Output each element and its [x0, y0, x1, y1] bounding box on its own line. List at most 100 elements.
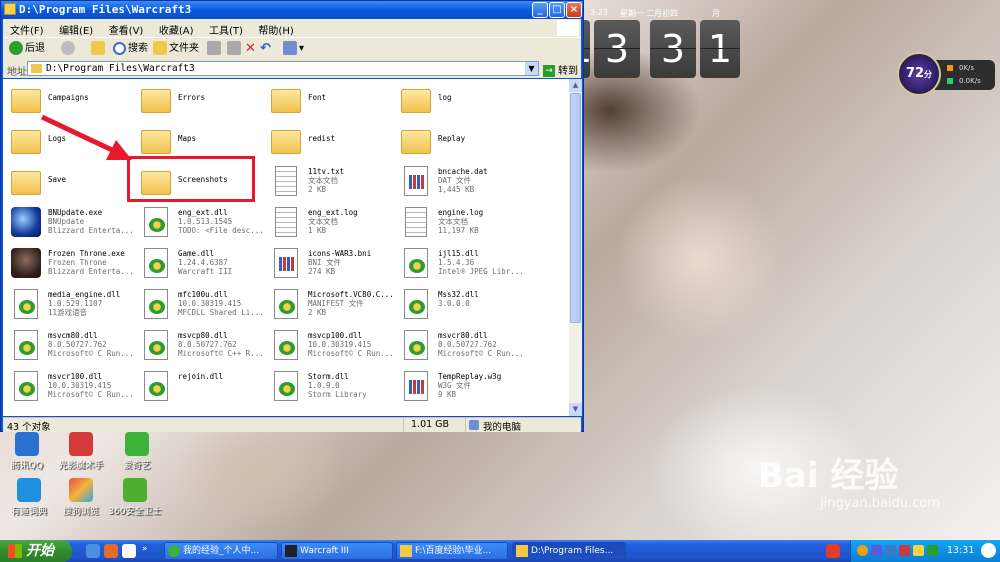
task-label: Warcraft III [300, 546, 349, 556]
tray-network-icon[interactable] [871, 545, 882, 556]
tray-qq-icon[interactable] [913, 545, 924, 556]
file-item[interactable]: Game.dll 1.24.4.6387 Warcraft III [135, 245, 263, 281]
file-name: ijl15.dll [438, 249, 479, 258]
file-item[interactable]: rejoin.dll [135, 368, 263, 404]
system-tray: 13:31 [850, 540, 1000, 562]
title-bar[interactable]: D:\Program Files\Warcraft3 _ □ × [1, 1, 583, 19]
file-item[interactable]: log [395, 81, 523, 117]
quicklaunch-more-icon[interactable]: » [142, 544, 150, 558]
go-button[interactable]: → 转到 [543, 62, 578, 77]
address-input[interactable]: D:\Program Files\Warcraft3 ▼ [27, 61, 539, 76]
file-item[interactable]: mfc100u.dll 10.0.30319.415 MFCDLL Shared L… [135, 286, 264, 322]
tray-security-icon[interactable] [899, 545, 910, 556]
back-button[interactable]: 后退 [9, 41, 45, 57]
go-arrow-icon: → [543, 65, 555, 77]
file-item[interactable]: engine.log 文本文档 11,197 KB [395, 204, 523, 240]
move-to-button[interactable] [207, 41, 223, 57]
menu-file[interactable]: 文件(F) [3, 19, 49, 37]
file-item[interactable]: Font [265, 81, 393, 117]
file-item[interactable]: media_engine.dll 1.0.529.1107 11游戏语音 [5, 286, 133, 322]
folders-button[interactable]: 文件夹 [153, 41, 199, 57]
taskbar-item-folder-d[interactable]: D:\Program Files... [512, 542, 626, 560]
minimize-button[interactable]: _ [532, 2, 548, 18]
tray-app-icon[interactable] [857, 545, 868, 556]
download-icon [947, 78, 953, 84]
file-item[interactable]: Maps [135, 122, 263, 158]
qq-icon [15, 432, 39, 456]
scroll-thumb[interactable] [570, 93, 581, 323]
quicklaunch-app-icon[interactable] [122, 544, 136, 558]
close-button[interactable]: × [566, 2, 582, 18]
file-item[interactable]: Microsoft.VC80.C... MANIFEST 文件 2 KB [265, 286, 394, 322]
desktop-icon-360[interactable]: 360安全卫士 [100, 478, 170, 517]
folder-up-icon [91, 41, 105, 55]
tray-clock[interactable]: 13:31 [947, 545, 974, 556]
file-item[interactable]: Frozen Throne.exe Frozen Throne Blizzard E… [5, 245, 134, 281]
file-item[interactable]: eng_ext.log 文本文档 1 KB [265, 204, 393, 240]
file-item[interactable]: msvcp100.dll 10.0.30319.415 Microsoft© C R… [265, 327, 394, 363]
file-detail: TODO: <File desc... [178, 226, 264, 235]
file-text: Game.dll 1.24.4.6387 Warcraft III [178, 249, 232, 276]
exe-file-icon [11, 207, 41, 237]
file-item[interactable]: redist [265, 122, 393, 158]
search-icon [113, 41, 126, 55]
file-item[interactable]: icons-WAR3.bni BNI 文件 274 KB [265, 245, 393, 281]
file-item[interactable]: Campaigns [5, 81, 133, 117]
menu-edit[interactable]: 编辑(E) [52, 19, 98, 37]
file-list[interactable]: Campaigns Errors Font log Logs Maps redist Repl… [3, 79, 569, 416]
menu-tools[interactable]: 工具(T) [202, 19, 248, 37]
file-item[interactable]: msvcp80.dll 8.0.50727.762 Microsoft© C++ R… [135, 327, 264, 363]
file-item[interactable]: BNUpdate.exe BNUpdate Blizzard Enterta... [5, 204, 134, 240]
start-button[interactable]: 开始 [0, 540, 72, 562]
views-button[interactable]: ▾ [283, 41, 304, 57]
file-item[interactable]: Logs [5, 122, 133, 158]
file-detail: Blizzard Enterta... [48, 226, 134, 235]
tray-display-icon[interactable] [885, 545, 896, 556]
file-item[interactable]: Mss32.dll 3.0.0.0 [395, 286, 523, 322]
taskbar-item-warcraft[interactable]: Warcraft III [281, 542, 393, 560]
explorer-window[interactable]: D:\Program Files\Warcraft3 _ □ × 文件(F) 编… [0, 0, 584, 433]
quicklaunch-browser-icon[interactable] [86, 544, 100, 558]
forward-button[interactable] [61, 41, 77, 57]
taskbar-item-folder-f[interactable]: F:\百度经验\毕业... [396, 542, 508, 560]
file-item[interactable]: msvcr100.dll 10.0.30319.415 Microsoft© C R… [5, 368, 134, 404]
sogou-input-icon[interactable] [826, 544, 840, 558]
file-name: Logs [48, 134, 67, 143]
views-icon [283, 41, 297, 55]
file-item[interactable]: eng_ext.dll 1.0.513.1545 TODO: <File desc.… [135, 204, 264, 240]
file-item[interactable]: Storm.dll 1.0.9.0 Storm Library [265, 368, 393, 404]
tray-power-icon[interactable] [981, 543, 996, 558]
file-item[interactable]: msvcr80.dll 8.0.50727.762 Microsoft© C Run… [395, 327, 524, 363]
menu-favorites[interactable]: 收藏(A) [152, 19, 199, 37]
menu-help[interactable]: 帮助(H) [251, 19, 298, 37]
file-item[interactable]: 11tv.txt 文本文档 2 KB [265, 163, 393, 199]
menu-view[interactable]: 查看(V) [102, 19, 149, 37]
maximize-button[interactable]: □ [549, 2, 565, 18]
address-dropdown-button[interactable]: ▼ [525, 62, 538, 75]
file-item[interactable]: bncache.dat DAT 文件 1,445 KB [395, 163, 523, 199]
speed-score-gadget[interactable]: 0K/s 0.0K/s 72分 [897, 50, 997, 98]
taskbar: 开始 » 我的经验_个人中... Warcraft III F:\百度经验\毕业… [0, 540, 1000, 562]
file-item[interactable]: ijl15.dll 1.5.4.36 Intel® JPEG Libr... [395, 245, 524, 281]
delete-button[interactable]: ✕ [245, 41, 256, 57]
file-detail: Microsoft© C Run... [308, 349, 394, 358]
up-button[interactable] [91, 41, 107, 57]
file-item[interactable]: Save [5, 163, 133, 199]
taskbar-item-browser[interactable]: 我的经验_个人中... [164, 542, 278, 560]
search-button[interactable]: 搜索 [113, 41, 148, 57]
scroll-down-button[interactable]: ▼ [569, 403, 582, 416]
undo-button[interactable]: ↶ [260, 41, 271, 57]
folder-icon [271, 89, 301, 113]
quicklaunch-media-icon[interactable] [104, 544, 118, 558]
file-item[interactable]: Replay [395, 122, 523, 158]
desktop-icon-iqiyi[interactable]: 爱奇艺 [102, 432, 172, 471]
back-arrow-icon [9, 41, 23, 55]
copy-to-button[interactable] [227, 41, 243, 57]
score-circle[interactable]: 72分 [897, 52, 941, 96]
file-item[interactable]: Errors [135, 81, 263, 117]
vertical-scrollbar[interactable]: ▲ ▼ [569, 79, 582, 416]
tray-360-icon[interactable] [927, 545, 938, 556]
scroll-up-button[interactable]: ▲ [569, 79, 582, 92]
file-item[interactable]: TempReplay.w3g W3G 文件 9 KB [395, 368, 523, 404]
file-item[interactable]: msvcm80.dll 8.0.50727.762 Microsoft© C Run… [5, 327, 134, 363]
